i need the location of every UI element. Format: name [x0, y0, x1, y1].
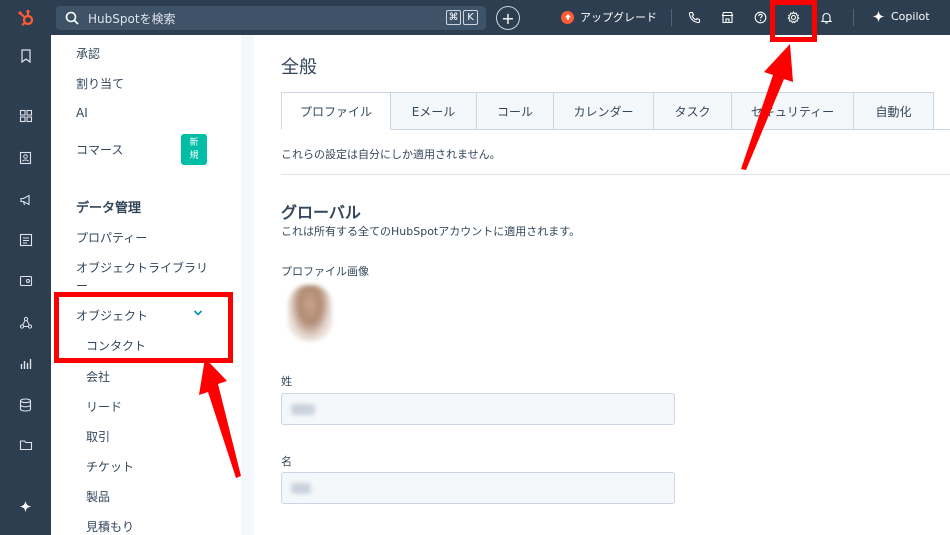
arrow-to-contacts	[199, 358, 241, 478]
arrow-to-settings	[741, 44, 793, 170]
annotation-arrows	[199, 44, 793, 478]
